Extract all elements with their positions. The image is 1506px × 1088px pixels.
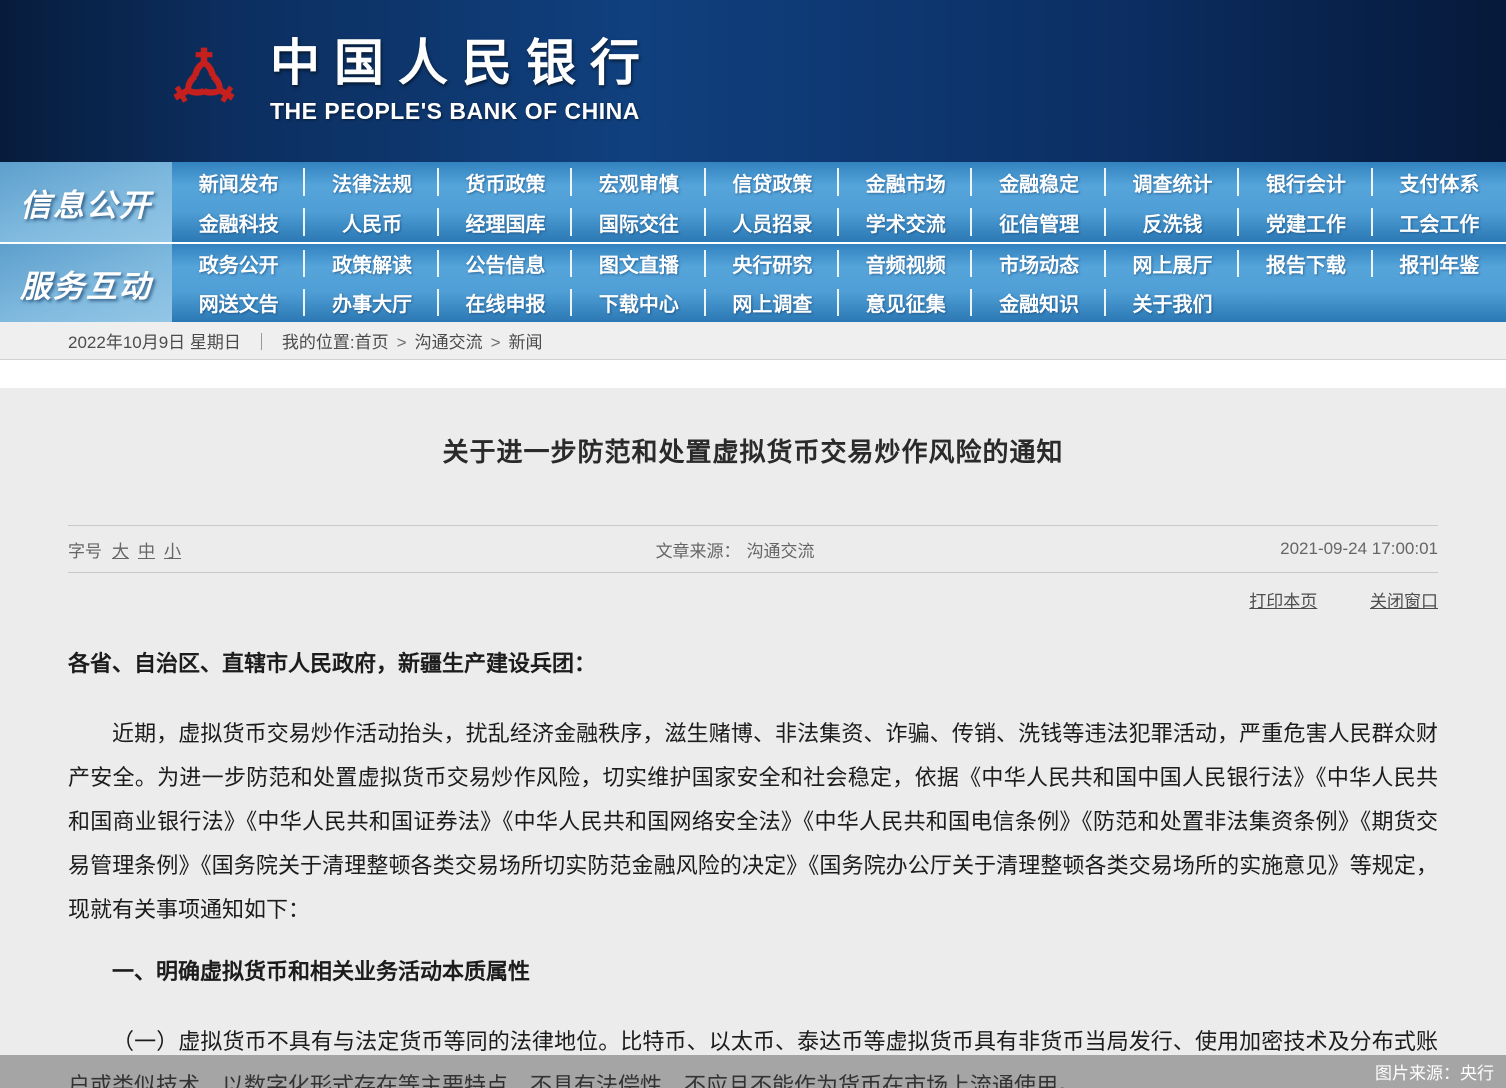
- breadcrumb-path-separator: >: [491, 333, 501, 352]
- breadcrumb-path: 首页 > 沟通交流 > 新闻: [355, 328, 543, 353]
- article-meta-row: 字号大中小 文章来源： 沟通交流 2021-09-24 17:00:01: [68, 525, 1438, 573]
- nav-item[interactable]: 图文直播: [572, 244, 705, 283]
- pboc-emblem-icon: [168, 26, 240, 136]
- nav-item[interactable]: 公告信息: [439, 244, 572, 283]
- article-salutation: 各省、自治区、直辖市人民政府，新疆生产建设兵团：: [68, 642, 1438, 686]
- nav-item[interactable]: 征信管理: [972, 202, 1105, 242]
- nav-row: 新闻发布法律法规货币政策宏观审慎信贷政策金融市场金融稳定调查统计银行会计支付体系: [172, 162, 1506, 202]
- nav-item[interactable]: 政策解读: [305, 244, 438, 283]
- font-size-option[interactable]: 小: [164, 542, 181, 561]
- site-names: 中国人民银行 THE PEOPLE'S BANK OF CHINA: [270, 38, 654, 125]
- nav-item[interactable]: 在线申报: [439, 283, 572, 322]
- nav-item[interactable]: 网上展厅: [1106, 244, 1239, 283]
- breadcrumb-link[interactable]: 新闻: [509, 333, 543, 352]
- nav-item[interactable]: 意见征集: [839, 283, 972, 322]
- nav-item[interactable]: 宏观审慎: [572, 162, 705, 202]
- nav-item[interactable]: 反洗钱: [1106, 202, 1239, 242]
- font-size-option[interactable]: 中: [138, 542, 155, 561]
- nav-item[interactable]: 网上调查: [706, 283, 839, 322]
- breadcrumb-link[interactable]: 沟通交流: [415, 333, 483, 352]
- breadcrumb-path-separator: >: [397, 333, 407, 352]
- nav-item[interactable]: 新闻发布: [172, 162, 305, 202]
- nav-section-label[interactable]: 信息公开: [0, 162, 172, 242]
- site-name-english: THE PEOPLE'S BANK OF CHINA: [270, 98, 654, 125]
- breadcrumb-location-label: 我的位置:: [282, 328, 355, 353]
- nav-item[interactable]: 学术交流: [839, 202, 972, 242]
- nav-row: 网送文告办事大厅在线申报下载中心网上调查意见征集金融知识关于我们: [172, 283, 1506, 322]
- nav-item[interactable]: 报刊年鉴: [1373, 244, 1506, 283]
- breadcrumb-date: 2022年10月9日 星期日: [68, 328, 241, 353]
- nav-item[interactable]: 金融稳定: [972, 162, 1105, 202]
- nav-item[interactable]: 货币政策: [439, 162, 572, 202]
- nav-item[interactable]: 党建工作: [1239, 202, 1372, 242]
- nav-item[interactable]: 报告下载: [1239, 244, 1372, 283]
- article-body: 各省、自治区、直辖市人民政府，新疆生产建设兵团： 近期，虚拟货币交易炒作活动抬头…: [68, 642, 1438, 1088]
- nav-row: 政务公开政策解读公告信息图文直播央行研究音频视频市场动态网上展厅报告下载报刊年鉴: [172, 244, 1506, 283]
- breadcrumb-separator: ｜: [253, 328, 270, 353]
- article-actions: 打印本页 关闭窗口: [68, 587, 1438, 612]
- nav-item[interactable]: 工会工作: [1373, 202, 1506, 242]
- nav-item[interactable]: 金融市场: [839, 162, 972, 202]
- nav-item[interactable]: 人员招录: [706, 202, 839, 242]
- nav-item[interactable]: 市场动态: [972, 244, 1105, 283]
- breadcrumb-link[interactable]: 首页: [355, 333, 389, 352]
- nav-items: 新闻发布法律法规货币政策宏观审慎信贷政策金融市场金融稳定调查统计银行会计支付体系…: [172, 162, 1506, 242]
- nav-item[interactable]: 经理国库: [439, 202, 572, 242]
- nav-row: 金融科技人民币经理国库国际交往人员招录学术交流征信管理反洗钱党建工作工会工作: [172, 202, 1506, 242]
- article-section-heading: 一、明确虚拟货币和相关业务活动本质属性: [68, 950, 1438, 994]
- nav-section-2: 服务互动政务公开政策解读公告信息图文直播央行研究音频视频市场动态网上展厅报告下载…: [0, 242, 1506, 322]
- nav-item[interactable]: 支付体系: [1373, 162, 1506, 202]
- font-size-controls: 字号大中小: [68, 537, 190, 562]
- nav-item[interactable]: 金融科技: [172, 202, 305, 242]
- nav-cell-empty: [1373, 283, 1506, 322]
- article-source-value: 沟通交流: [747, 542, 815, 561]
- nav-item[interactable]: 信贷政策: [706, 162, 839, 202]
- nav-cell-empty: [1239, 283, 1372, 322]
- article-content: 关于进一步防范和处置虚拟货币交易炒作风险的通知 字号大中小 文章来源： 沟通交流 …: [0, 388, 1506, 1087]
- font-size-option[interactable]: 大: [112, 542, 129, 561]
- site-logo[interactable]: 中国人民银行 THE PEOPLE'S BANK OF CHINA: [168, 26, 654, 136]
- nav-item[interactable]: 银行会计: [1239, 162, 1372, 202]
- article-paragraph-1: 近期，虚拟货币交易炒作活动抬头，扰乱经济金融秩序，滋生赌博、非法集资、诈骗、传销…: [68, 712, 1438, 932]
- site-header: 中国人民银行 THE PEOPLE'S BANK OF CHINA: [0, 0, 1506, 162]
- page-title: 关于进一步防范和处置虚拟货币交易炒作风险的通知: [68, 432, 1438, 469]
- article-source-label: 文章来源：: [656, 542, 741, 561]
- nav-section-label[interactable]: 服务互动: [0, 244, 172, 322]
- breadcrumb-bar: 2022年10月9日 星期日 ｜ 我的位置: 首页 > 沟通交流 > 新闻: [0, 322, 1506, 360]
- nav-item[interactable]: 法律法规: [305, 162, 438, 202]
- nav-item[interactable]: 网送文告: [172, 283, 305, 322]
- nav-section-1: 信息公开新闻发布法律法规货币政策宏观审慎信贷政策金融市场金融稳定调查统计银行会计…: [0, 162, 1506, 242]
- nav-item[interactable]: 音频视频: [839, 244, 972, 283]
- pboc-webpage: 中国人民银行 THE PEOPLE'S BANK OF CHINA 信息公开新闻…: [0, 0, 1506, 1088]
- nav-item[interactable]: 国际交往: [572, 202, 705, 242]
- spacer-strip: [0, 360, 1506, 388]
- image-source-watermark: 图片来源：央行: [0, 1055, 1506, 1088]
- nav-item[interactable]: 人民币: [305, 202, 438, 242]
- nav-items: 政务公开政策解读公告信息图文直播央行研究音频视频市场动态网上展厅报告下载报刊年鉴…: [172, 244, 1506, 322]
- nav-item[interactable]: 金融知识: [972, 283, 1105, 322]
- nav-item[interactable]: 央行研究: [706, 244, 839, 283]
- watermark-text: 图片来源：央行: [1375, 1059, 1494, 1084]
- print-page-link[interactable]: 打印本页: [1249, 592, 1317, 611]
- nav-item[interactable]: 关于我们: [1106, 283, 1239, 322]
- article-datetime: 2021-09-24 17:00:01: [1280, 539, 1438, 559]
- font-size-label: 字号: [68, 542, 102, 561]
- main-nav: 信息公开新闻发布法律法规货币政策宏观审慎信贷政策金融市场金融稳定调查统计银行会计…: [0, 162, 1506, 322]
- close-window-link[interactable]: 关闭窗口: [1370, 592, 1438, 611]
- nav-item[interactable]: 下载中心: [572, 283, 705, 322]
- nav-item[interactable]: 办事大厅: [305, 283, 438, 322]
- site-name-chinese: 中国人民银行: [270, 38, 654, 88]
- nav-item[interactable]: 政务公开: [172, 244, 305, 283]
- article-source: 文章来源： 沟通交流: [656, 537, 815, 562]
- nav-item[interactable]: 调查统计: [1106, 162, 1239, 202]
